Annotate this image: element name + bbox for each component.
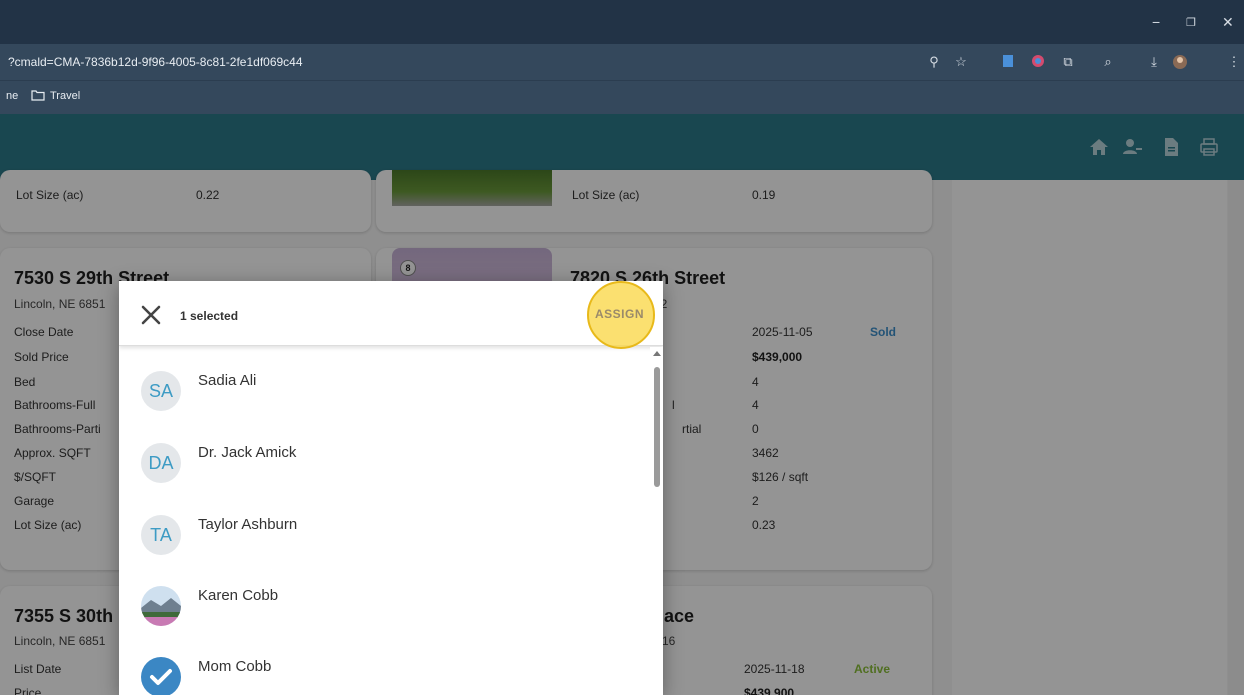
agent-name: Mom Cobb	[198, 658, 272, 675]
list-item[interactable]: Mom Cobb	[119, 642, 649, 695]
bookmark-travel[interactable]: Travel	[50, 90, 80, 102]
extensions-puzzle-icon[interactable]: ⧉	[1060, 54, 1076, 70]
minimize-icon[interactable]: −	[1152, 14, 1160, 30]
bookmarks-bar: ne Travel	[0, 80, 1244, 114]
check-icon	[141, 657, 181, 695]
agent-list[interactable]: SA Sadia Ali DA Dr. Jack Amick TA Taylor…	[119, 347, 649, 695]
assign-button[interactable]: ASSIGN	[595, 307, 644, 321]
selected-count: 1 selected	[180, 309, 239, 323]
zoom-icon[interactable]: ⚲	[926, 54, 942, 70]
avatar: TA	[141, 515, 181, 555]
dialog-scrollbar[interactable]	[650, 347, 663, 695]
tab-search-icon[interactable]: ⌕	[1100, 54, 1116, 70]
url-text[interactable]: ?cmald=CMA-7836b12d-9f96-4005-8c81-2fe1d…	[8, 55, 303, 69]
close-window-icon[interactable]: ✕	[1222, 14, 1234, 31]
assign-dialog: 1 selected ASSIGN SA Sadia Ali DA Dr. Ja…	[119, 281, 663, 695]
avatar-photo	[141, 586, 181, 626]
list-item[interactable]: DA Dr. Jack Amick	[119, 428, 649, 498]
extension-colorful-icon[interactable]	[1030, 54, 1046, 70]
browser-titlebar: − ❐ ✕	[0, 0, 1244, 44]
list-item[interactable]: Karen Cobb	[119, 572, 649, 642]
browser-address-bar[interactable]: ?cmald=CMA-7836b12d-9f96-4005-8c81-2fe1d…	[0, 44, 1244, 80]
bookmark-partial[interactable]: ne	[6, 90, 18, 102]
agent-name: Taylor Ashburn	[198, 516, 298, 533]
extension-doc-icon[interactable]	[1000, 54, 1016, 70]
download-icon[interactable]: ⤓	[1146, 54, 1162, 70]
avatar: DA	[141, 443, 181, 483]
agent-name: Karen Cobb	[198, 587, 279, 604]
dialog-header: 1 selected ASSIGN	[119, 281, 663, 349]
scroll-up-arrow-icon[interactable]	[653, 351, 661, 356]
restore-icon[interactable]: ❐	[1186, 16, 1196, 29]
folder-icon	[31, 89, 45, 104]
agent-name: Sadia Ali	[198, 372, 257, 389]
avatar: SA	[141, 371, 181, 411]
scrollbar-thumb[interactable]	[654, 367, 660, 487]
list-item[interactable]: TA Taylor Ashburn	[119, 500, 649, 570]
agent-name: Dr. Jack Amick	[198, 444, 297, 461]
profile-avatar-icon[interactable]	[1172, 54, 1188, 70]
list-item[interactable]: SA Sadia Ali	[119, 356, 649, 426]
star-icon[interactable]: ☆	[953, 54, 969, 70]
close-icon[interactable]	[139, 303, 163, 327]
menu-icon[interactable]: ⋮	[1226, 54, 1242, 70]
